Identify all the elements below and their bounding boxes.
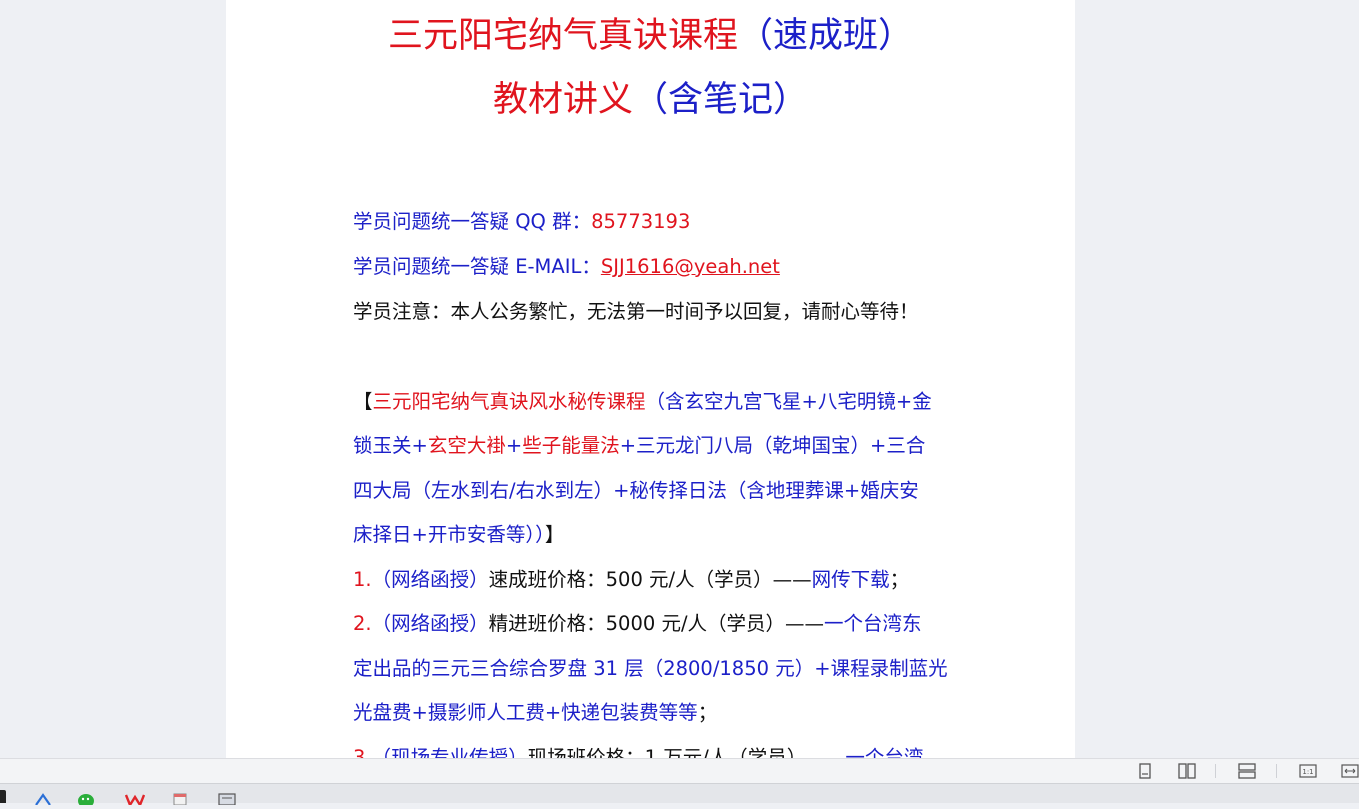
price2-desc: 精进班价格：5000 元/人（学员）—— — [488, 612, 825, 635]
email-link[interactable]: SJJ1616@yeah.net — [601, 255, 780, 278]
document-viewport[interactable]: 三元阳宅纳气真诀课程（速成班） 教材讲义（含笔记） 学员问题统一答疑 QQ 群：… — [0, 0, 1359, 758]
price-line-2b: 定出品的三元三合综合罗盘 31 层（2800/1850 元）+课程录制蓝光 — [353, 657, 948, 680]
price2-tail: 一个台湾东 — [824, 612, 922, 635]
close-bracket: 】 — [544, 523, 565, 546]
cloud-app-icon[interactable] — [34, 790, 52, 806]
course-line-3: 四大局（左水到右/右水到左）+秘传择日法（含地理葬课+婚庆安 — [353, 479, 919, 502]
price1-num: 1. — [353, 568, 372, 591]
wps-icon[interactable] — [124, 790, 146, 808]
course-desc-1: （含玄空九宫飞星+八宅明镜+金 — [645, 390, 932, 413]
price2-num: 2. — [353, 612, 372, 635]
qq-number: 85773193 — [591, 210, 691, 233]
price-line-2c: 光盘费+摄影师人工费+快递包装费等等； — [353, 700, 717, 726]
wechat-icon[interactable] — [78, 790, 96, 808]
title-line1-red: 三元阳宅纳气真诀课程 — [387, 16, 738, 56]
notepad-icon[interactable] — [172, 790, 190, 806]
price1-tail: 网传下载 — [811, 568, 890, 591]
document-title-line2: 教材讲义（含笔记） — [226, 78, 1075, 122]
notice-line: 学员注意：本人公务繁忙，无法第一时间予以回复，请耐心等待！ — [353, 300, 919, 323]
status-separator — [1215, 764, 1216, 778]
course-desc-2a: 锁玉关+ — [353, 434, 428, 457]
title-line2-blue: （含笔记） — [633, 80, 809, 120]
single-page-icon[interactable] — [1135, 762, 1155, 780]
actual-size-label: 1:1 — [1302, 768, 1313, 776]
price2-l3: 光盘费+摄影师人工费+快递包装费等等 — [353, 701, 698, 724]
price2-mode: （网络函授） — [371, 612, 489, 635]
price3-tail: 一个台湾 — [845, 746, 924, 758]
price-line-1: 1.（网络函授）速成班价格：500 元/人（学员）——网传下载； — [353, 567, 909, 593]
course-name: 三元阳宅纳气真诀风水秘传课程 — [372, 390, 646, 413]
course-line-4: 床择日+开市安香等））】 — [353, 522, 564, 548]
actual-size-icon[interactable]: 1:1 — [1298, 762, 1318, 780]
course-desc-2c: + — [505, 434, 523, 457]
taskbar — [0, 783, 1359, 808]
price3-num: 3. — [353, 746, 372, 758]
reader-app-icon[interactable] — [218, 790, 236, 806]
price3-desc: 现场班价格：1 万元/人（学员）—— — [527, 746, 846, 758]
document-title-line1: 三元阳宅纳气真诀课程（速成班） — [226, 14, 1075, 58]
taskbar-app-icon[interactable] — [0, 790, 6, 803]
title-line2-red: 教材讲义 — [492, 80, 633, 120]
price-line-2: 2.（网络函授）精进班价格：5000 元/人（学员）——一个台湾东 — [353, 611, 922, 637]
status-bar: 1:1 — [0, 758, 1359, 784]
course-line-1: 【三元阳宅纳气真诀风水秘传课程（含玄空九宫飞星+八宅明镜+金 — [353, 389, 932, 415]
title-line1-blue: （速成班） — [738, 16, 914, 56]
email-label: 学员问题统一答疑 E-MAIL： — [353, 255, 601, 278]
status-separator — [1276, 764, 1277, 778]
two-page-icon[interactable] — [1177, 762, 1197, 780]
price-line-3: 3.（现场专业传授）现场班价格：1 万元/人（学员）——一个台湾 — [353, 745, 923, 758]
course-desc-2b: 玄空大褂 — [427, 434, 506, 457]
price2-l3-end: ； — [697, 701, 718, 724]
continuous-scroll-icon[interactable] — [1237, 762, 1257, 780]
course-desc-2d: 些子能量法 — [522, 434, 620, 457]
course-line-2: 锁玉关+玄空大褂+些子能量法+三元龙门八局（乾坤国宝）+三合 — [353, 433, 925, 459]
email-line: 学员问题统一答疑 E-MAIL：SJJ1616@yeah.net — [353, 254, 780, 280]
price1-end: ； — [889, 568, 910, 591]
open-bracket: 【 — [353, 390, 373, 413]
qq-label: 学员问题统一答疑 QQ 群： — [353, 210, 592, 233]
document-page: 三元阳宅纳气真诀课程（速成班） 教材讲义（含笔记） 学员问题统一答疑 QQ 群：… — [226, 0, 1075, 758]
price1-desc: 速成班价格：500 元/人（学员）—— — [488, 568, 812, 591]
qq-line: 学员问题统一答疑 QQ 群：85773193 — [353, 209, 690, 235]
price3-mode: （现场专业传授） — [371, 746, 528, 758]
course-desc-4: 床择日+开市安香等）） — [353, 523, 545, 546]
fit-width-icon[interactable] — [1340, 762, 1359, 780]
course-desc-2e: +三元龙门八局（乾坤国宝）+三合 — [619, 434, 926, 457]
price1-mode: （网络函授） — [371, 568, 489, 591]
